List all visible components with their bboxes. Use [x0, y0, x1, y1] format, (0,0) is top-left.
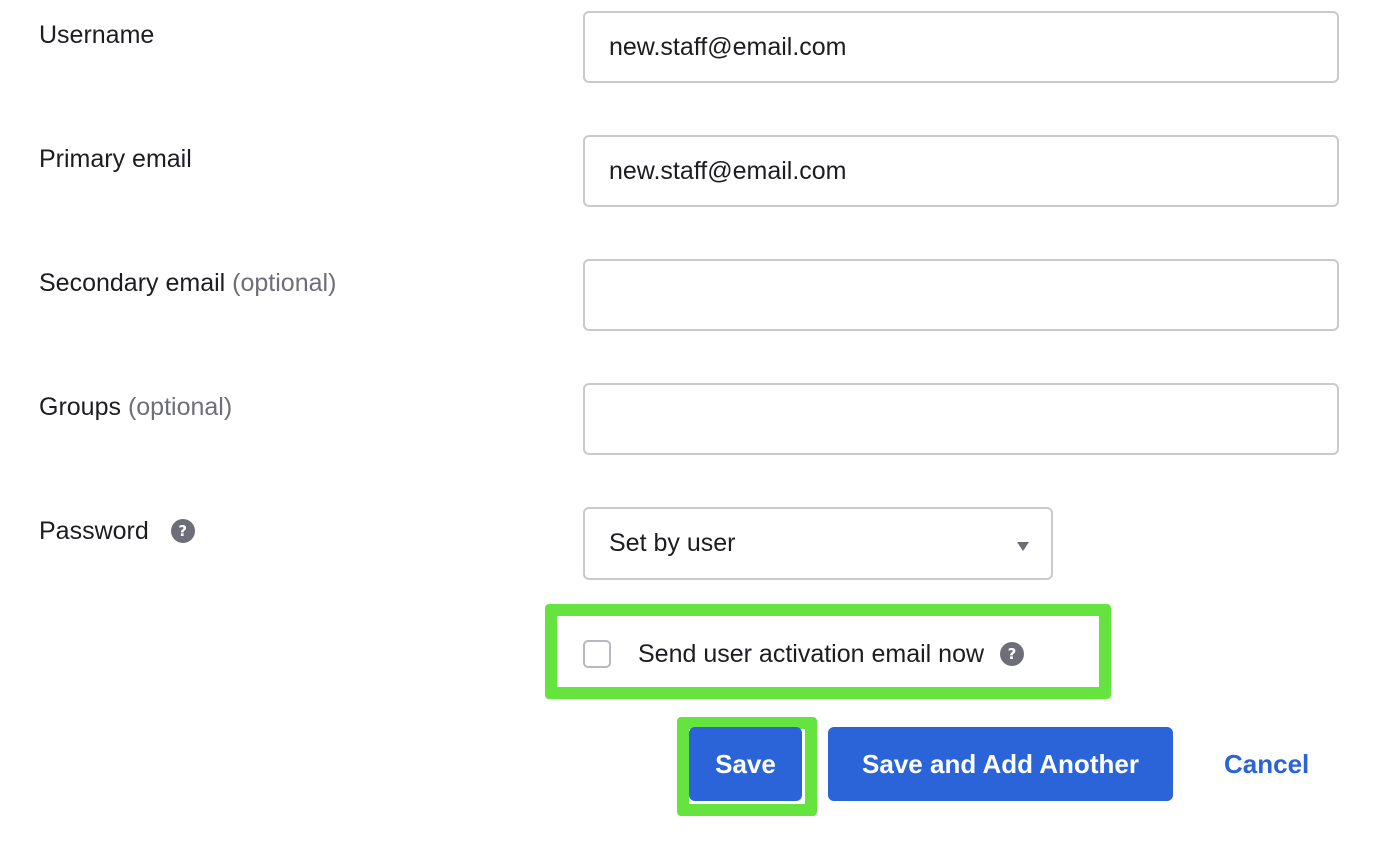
groups-input[interactable] — [583, 383, 1339, 455]
activation-help-glyph: ? — [1007, 644, 1017, 663]
secondary-email-label: Secondary email (optional) — [39, 268, 336, 298]
groups-optional-hint: (optional) — [127, 393, 233, 421]
groups-label-text: Groups — [39, 393, 121, 421]
cancel-link[interactable]: Cancel — [1224, 727, 1309, 801]
activation-email-checkbox[interactable] — [583, 640, 611, 668]
activation-help-icon[interactable]: ? — [1000, 642, 1025, 666]
save-and-add-another-button[interactable]: Save and Add Another — [828, 727, 1173, 801]
primary-email-label: Primary email — [39, 144, 192, 174]
primary-email-input[interactable] — [583, 135, 1339, 207]
activation-email-row: Send user activation email now ? — [583, 637, 1025, 671]
password-label: Password ? — [39, 516, 195, 546]
password-select[interactable]: Set by user — [583, 507, 1053, 580]
secondary-email-label-text: Secondary email — [39, 269, 226, 297]
caret-down-icon — [1017, 542, 1029, 551]
primary-email-label-text: Primary email — [39, 145, 192, 173]
cancel-link-text: Cancel — [1224, 748, 1310, 779]
password-label-text: Password — [39, 517, 149, 545]
secondary-email-input[interactable] — [583, 259, 1339, 331]
password-help-icon[interactable]: ? — [170, 519, 195, 543]
username-label: Username — [39, 20, 154, 50]
username-input[interactable] — [583, 11, 1339, 83]
username-label-text: Username — [39, 21, 155, 49]
password-help-glyph: ? — [178, 521, 188, 540]
password-select-value: Set by user — [609, 529, 736, 557]
groups-label: Groups (optional) — [39, 392, 232, 422]
save-button[interactable]: Save — [689, 727, 802, 801]
add-person-form: Username Primary email Secondary email (… — [0, 0, 1376, 842]
secondary-email-optional-hint: (optional) — [232, 269, 337, 297]
activation-email-label[interactable]: Send user activation email now — [638, 640, 984, 669]
